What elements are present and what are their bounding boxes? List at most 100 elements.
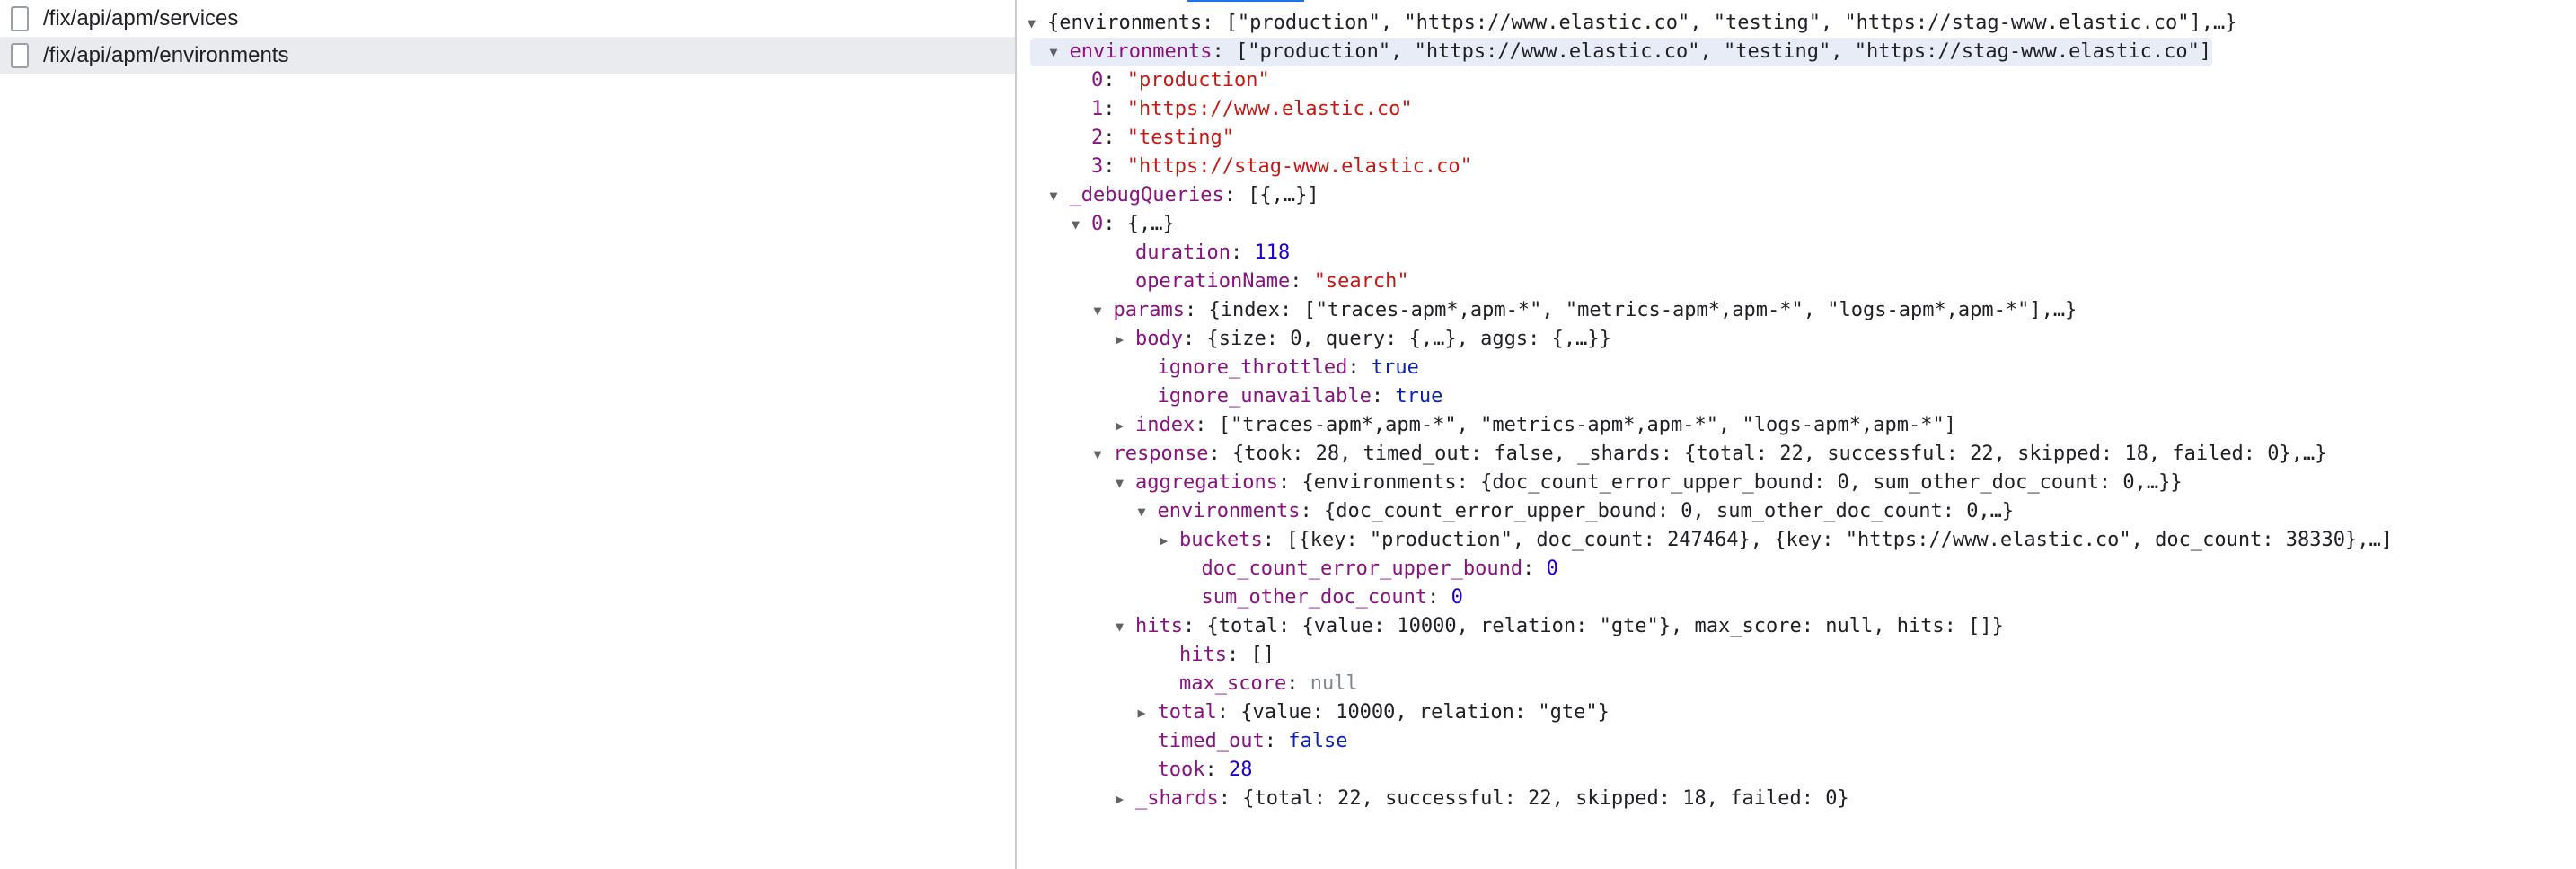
json-key: doc_count_error_upper_bound — [1201, 557, 1523, 580]
json-key: _debugQueries — [1069, 184, 1224, 206]
json-key: ignore_throttled — [1157, 356, 1348, 379]
request-list: /fix/api/apm/services/fix/api/apm/enviro… — [0, 0, 1017, 869]
json-tree-node[interactable]: duration: 118 — [1017, 239, 2576, 268]
file-icon — [11, 42, 29, 68]
json-key: buckets — [1179, 529, 1263, 551]
json-key: index — [1135, 414, 1195, 436]
json-tree-node[interactable]: hits: [] — [1017, 641, 2576, 670]
response-preview-pane: ▼ {environments: ["production", "https://… — [1017, 0, 2576, 869]
json-tree-node[interactable]: ▶ total: {value: 10000, relation: "gte"} — [1017, 698, 2576, 727]
collapse-triangle-icon[interactable]: ▶ — [1116, 785, 1135, 813]
json-tree-node[interactable]: 0: "production" — [1017, 66, 2576, 95]
file-icon — [11, 5, 29, 31]
json-tree-node[interactable]: ▼ aggregations: {environments: {doc_count… — [1017, 469, 2576, 497]
json-tree-node[interactable]: ▼ hits: {total: {value: 10000, relation: … — [1017, 612, 2576, 641]
json-value: "https://www.elastic.co" — [1126, 98, 1413, 120]
expand-triangle-icon[interactable]: ▼ — [1116, 469, 1135, 497]
json-key: timed_out — [1157, 730, 1265, 752]
json-tree-node[interactable]: ▼ params: {index: ["traces-apm*,apm-*", "… — [1017, 296, 2576, 325]
json-key: environments — [1069, 40, 1213, 63]
json-value: [] — [1250, 644, 1275, 666]
preview-tab-indicator — [1187, 0, 1304, 2]
json-key: hits — [1179, 644, 1227, 666]
json-tree-node[interactable]: doc_count_error_upper_bound: 0 — [1017, 555, 2576, 584]
json-tree-node[interactable]: ▶ index: ["traces-apm*,apm-*", "metrics-a… — [1017, 411, 2576, 440]
json-preview: [{,…}] — [1248, 184, 1319, 206]
json-tree-node[interactable]: ▼ _debugQueries: [{,…}] — [1017, 181, 2576, 210]
json-tree-node[interactable]: ignore_unavailable: true — [1017, 382, 2576, 411]
json-preview: {total: {value: 10000, relation: "gte"},… — [1206, 615, 2004, 637]
expand-triangle-icon[interactable]: ▼ — [1094, 296, 1114, 325]
json-preview: ["traces-apm*,apm-*", "metrics-apm*,apm-… — [1218, 414, 1956, 436]
json-key: took — [1157, 759, 1205, 781]
json-key: total — [1157, 701, 1217, 724]
json-key: response — [1113, 443, 1209, 465]
json-key: duration — [1135, 241, 1231, 264]
json-value: "https://stag-www.elastic.co" — [1126, 155, 1472, 178]
json-preview: {total: 22, successful: 22, skipped: 18,… — [1242, 787, 1849, 810]
json-key: environments — [1157, 500, 1301, 522]
json-tree: ▼ {environments: ["production", "https://… — [1017, 9, 2576, 813]
json-tree-node[interactable]: ignore_throttled: true — [1017, 354, 2576, 382]
expand-triangle-icon[interactable]: ▼ — [1094, 440, 1114, 469]
json-tree-node[interactable]: 1: "https://www.elastic.co" — [1017, 95, 2576, 124]
json-tree-node[interactable]: max_score: null — [1017, 670, 2576, 698]
json-key: 1 — [1091, 98, 1104, 120]
json-tree-node[interactable]: ▼ response: {took: 28, timed_out: false, … — [1017, 440, 2576, 469]
json-value: 28 — [1228, 759, 1253, 781]
json-tree-node[interactable]: ▶ body: {size: 0, query: {,…}, aggs: {,…}… — [1017, 325, 2576, 354]
json-tree-node[interactable]: took: 28 — [1017, 756, 2576, 785]
json-value: 0 — [1451, 586, 1463, 609]
json-tree-node[interactable]: ▼ environments: ["production", "https://w… — [1017, 38, 2576, 66]
request-row[interactable]: /fix/api/apm/environments — [0, 37, 1015, 74]
collapse-triangle-icon[interactable]: ▶ — [1160, 526, 1179, 555]
json-tree-node[interactable]: ▼ {environments: ["production", "https://… — [1017, 9, 2576, 38]
json-preview: {,…} — [1126, 213, 1175, 235]
json-value: "search" — [1313, 270, 1409, 293]
request-path: /fix/api/apm/environments — [43, 42, 289, 67]
expand-triangle-icon[interactable]: ▼ — [1138, 497, 1158, 526]
request-rows: /fix/api/apm/services/fix/api/apm/enviro… — [0, 0, 1015, 74]
collapse-triangle-icon[interactable]: ▶ — [1116, 411, 1135, 440]
expand-triangle-icon[interactable]: ▼ — [1028, 9, 1047, 38]
json-value: 118 — [1254, 241, 1291, 264]
json-value: false — [1288, 730, 1348, 752]
json-tree-node[interactable]: ▶ _shards: {total: 22, successful: 22, sk… — [1017, 785, 2576, 813]
request-path: /fix/api/apm/services — [43, 5, 239, 31]
expand-triangle-icon[interactable]: ▼ — [1050, 38, 1070, 66]
json-key: 3 — [1091, 155, 1104, 178]
expand-triangle-icon[interactable]: ▼ — [1050, 181, 1070, 210]
json-tree-node[interactable]: 2: "testing" — [1017, 124, 2576, 153]
json-key: operationName — [1135, 270, 1291, 293]
json-key: 0 — [1091, 213, 1104, 235]
expand-triangle-icon[interactable]: ▼ — [1072, 210, 1091, 239]
json-tree-node[interactable]: ▼ 0: {,…} — [1017, 210, 2576, 239]
json-key: 0 — [1091, 69, 1104, 92]
collapse-triangle-icon[interactable]: ▶ — [1116, 325, 1135, 354]
json-preview: {doc_count_error_upper_bound: 0, sum_oth… — [1323, 500, 2015, 522]
json-tree-node[interactable]: ▶ buckets: [{key: "production", doc_count… — [1017, 526, 2576, 555]
json-value: null — [1310, 672, 1358, 695]
json-preview: {environments: ["production", "https://w… — [1047, 12, 2237, 34]
json-tree-node[interactable]: timed_out: false — [1017, 727, 2576, 756]
json-key: ignore_unavailable — [1157, 385, 1372, 408]
json-preview: [{key: "production", doc_count: 247464},… — [1286, 529, 2394, 551]
json-key: 2 — [1091, 127, 1104, 149]
collapse-triangle-icon[interactable]: ▶ — [1138, 698, 1158, 727]
json-tree-node[interactable]: operationName: "search" — [1017, 268, 2576, 296]
json-key: _shards — [1135, 787, 1219, 810]
json-preview: {size: 0, query: {,…}, aggs: {,…}} — [1206, 328, 1611, 350]
json-tree-node[interactable]: ▼ environments: {doc_count_error_upper_bo… — [1017, 497, 2576, 526]
expand-triangle-icon[interactable]: ▼ — [1116, 612, 1135, 641]
json-preview: {value: 10000, relation: "gte"} — [1240, 701, 1610, 724]
json-preview: {environments: {doc_count_error_upper_bo… — [1301, 471, 2183, 494]
json-value: 0 — [1546, 557, 1558, 580]
json-value: "testing" — [1126, 127, 1234, 149]
request-row[interactable]: /fix/api/apm/services — [0, 0, 1015, 37]
json-tree-node[interactable]: 3: "https://stag-www.elastic.co" — [1017, 153, 2576, 181]
json-key: sum_other_doc_count — [1201, 586, 1428, 609]
json-key: hits — [1135, 615, 1183, 637]
json-key: body — [1135, 328, 1183, 350]
json-tree-node[interactable]: sum_other_doc_count: 0 — [1017, 584, 2576, 612]
json-preview: ["production", "https://www.elastic.co",… — [1235, 40, 2212, 63]
